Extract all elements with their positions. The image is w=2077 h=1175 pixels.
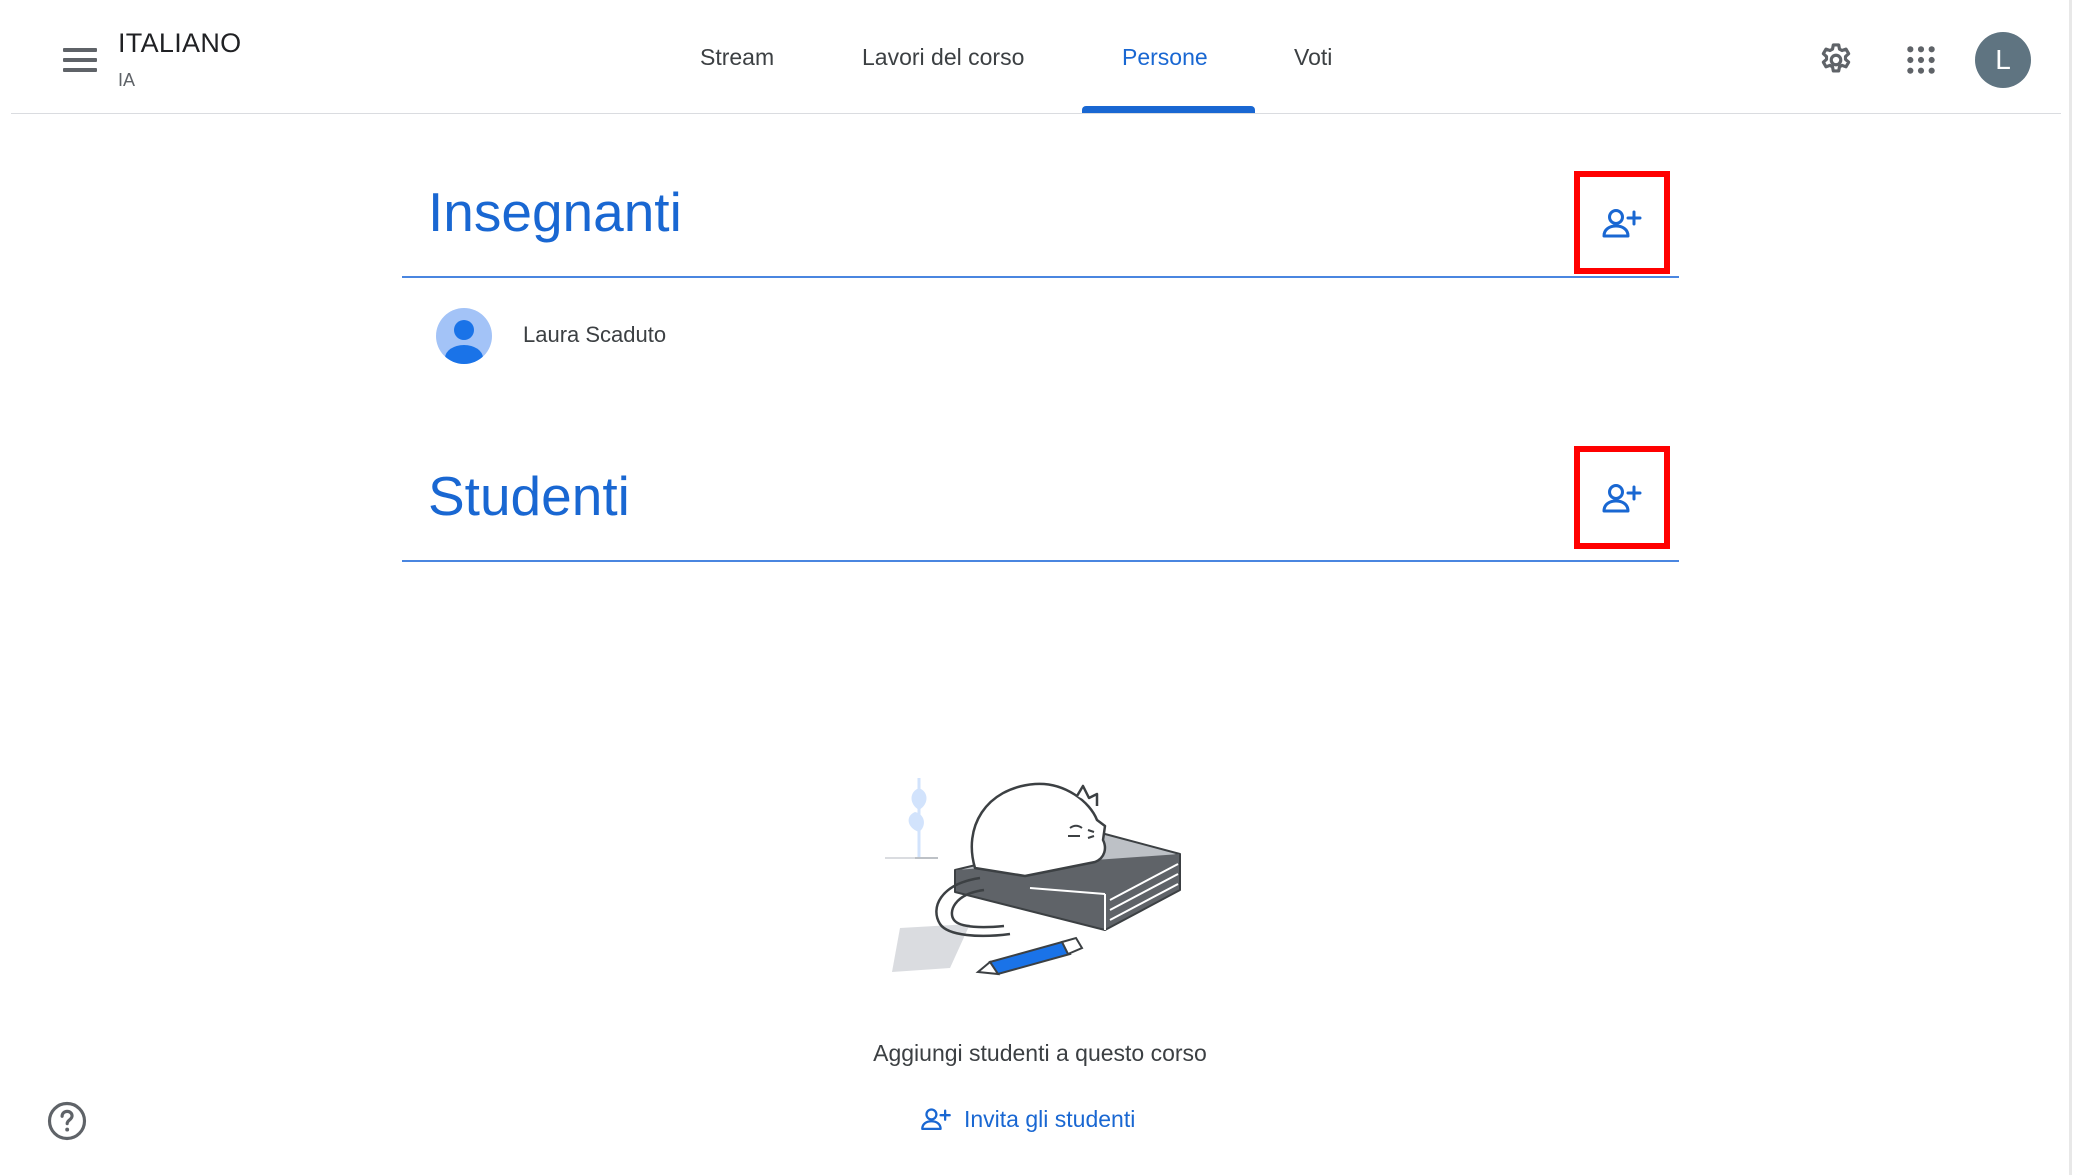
invite-students-link[interactable]: Invita gli studenti <box>920 1100 1135 1138</box>
empty-state-message: Aggiungi studenti a questo corso <box>873 1040 1207 1066</box>
teachers-divider <box>402 276 1679 278</box>
tab-lavori-del-corso[interactable]: Lavori del corso <box>862 44 1024 71</box>
person-add-icon <box>1602 483 1642 512</box>
teacher-list-item[interactable]: Laura Scaduto <box>402 300 1679 370</box>
apps-grid-icon[interactable] <box>1899 38 1943 82</box>
account-avatar[interactable]: L <box>1975 32 2031 88</box>
students-section-title: Studenti <box>428 465 630 527</box>
top-app-bar: ITALIANO IA Stream Lavori del corso Pers… <box>11 0 2061 114</box>
teachers-section-title: Insegnanti <box>428 181 682 243</box>
scrollbar-track[interactable] <box>2069 0 2072 1175</box>
teacher-avatar <box>436 308 492 364</box>
tab-stream[interactable]: Stream <box>700 44 774 71</box>
tab-bar: Stream Lavori del corso Persone Voti <box>11 0 2061 114</box>
active-tab-indicator <box>1082 106 1255 113</box>
gear-icon[interactable] <box>1814 38 1858 82</box>
person-add-icon <box>921 1108 951 1131</box>
help-icon[interactable] <box>46 1100 88 1142</box>
tab-persone[interactable]: Persone <box>1122 44 1208 71</box>
invite-students-label: Invita gli studenti <box>964 1105 1136 1132</box>
empty-state-illustration <box>885 778 1181 976</box>
add-student-button[interactable] <box>1574 446 1670 549</box>
students-divider <box>402 560 1679 562</box>
add-teacher-button[interactable] <box>1574 171 1670 274</box>
tab-voti[interactable]: Voti <box>1294 44 1332 71</box>
teacher-name: Laura Scaduto <box>523 322 667 347</box>
person-add-icon <box>1602 208 1642 237</box>
